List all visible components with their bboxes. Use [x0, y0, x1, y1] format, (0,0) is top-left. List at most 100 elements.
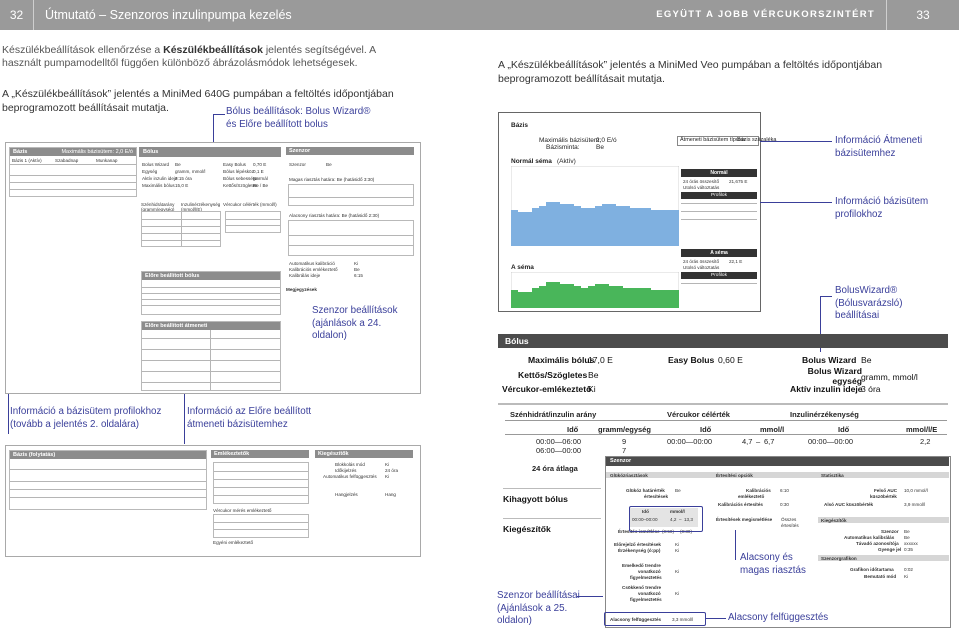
reminders-table	[213, 462, 309, 504]
veo-auto-cal-value: Be	[904, 535, 910, 540]
basal-bar	[658, 290, 665, 308]
veo-carb-time-col: Idő	[567, 425, 579, 434]
callout-temp-basal-line1: Információ Átmeneti	[835, 135, 923, 146]
max-basal: Maximális bázisütem: 2,0 E/ó	[61, 149, 133, 155]
veo-fall-label2: vonatkozó	[638, 591, 661, 596]
callout-basal-profiles-right: Információ bázisütem profilokhoz	[835, 196, 928, 221]
veo-daily-total-value: 21,675 E	[729, 179, 748, 184]
callout-connector	[760, 141, 832, 142]
veo-max-bolus-value: 17,0 E	[588, 355, 613, 365]
veo-sensitivity-label: Érzékenység (ó:pp)	[618, 548, 661, 553]
time-display-label: Időkijelzés	[335, 468, 357, 473]
weekend-label: Szabadnap	[55, 158, 79, 163]
rule	[289, 197, 413, 198]
veo-rise-label: Emelkedő trendre	[622, 563, 661, 568]
rule	[214, 479, 308, 480]
veo-repeat-all-label: Értesítések megismétlése	[716, 517, 773, 522]
max-bolus-label: Maximális bólus	[142, 183, 175, 188]
bolus-block: Bólus Bolus Wizard Be Egység gramm, mmol…	[139, 147, 281, 393]
workday-label: Munkanap	[96, 158, 118, 163]
rule	[142, 299, 280, 300]
brand-tagline: EGYÜTT A JOBB VÉRCUKORSZINTÉRT	[656, 9, 875, 20]
rule	[681, 283, 757, 284]
preset-temp-table: Előre beállított átmeneti	[141, 321, 281, 391]
rule	[142, 349, 280, 350]
veo-demo-label: Bemutató mód	[864, 574, 897, 579]
custom-reminder-label: Egyéni emlékeztető	[213, 540, 254, 545]
highlight-low-suspend	[604, 612, 706, 626]
accessories-bar: Kiegészítők	[315, 450, 413, 458]
basal-bar	[511, 210, 518, 246]
cal-reminder-value: Be	[354, 267, 360, 272]
target-table	[225, 211, 281, 233]
veo-normal-state: (Aktív)	[557, 158, 576, 165]
time-display-value: 24 óra	[385, 468, 399, 473]
veo-temp-type-label: Átmeneti bázisütem típusa	[680, 137, 745, 143]
bolus-speed-value: Normál	[253, 176, 268, 181]
rule	[10, 469, 206, 470]
auto-cal-label: Automatikus kalibráció	[289, 261, 335, 266]
easy-bolus-value: 0,70 E	[253, 162, 267, 167]
highlight-range	[629, 506, 703, 532]
veo-last-change-label: Utolsó változtatás	[683, 185, 720, 190]
basal-bar	[553, 202, 560, 246]
cal-time-label: Kalibrálás ideje	[289, 273, 321, 278]
basal-bar	[574, 286, 581, 308]
callout-sensor-settings: Szenzor beállítások (ajánlások a 24. old…	[312, 305, 398, 343]
veo-weak-signal-label: Gyenge jel	[878, 547, 902, 552]
rule	[214, 487, 308, 488]
left-section-title-line1: A „Készülékbeállítások” jelentés a MiniM…	[2, 88, 394, 100]
bw-label: Bolus Wizard	[142, 162, 170, 167]
basal-bar	[525, 292, 532, 308]
block-mode-value: Ki	[385, 462, 390, 467]
veo-rise-value: Ki	[675, 569, 680, 574]
rule	[289, 245, 413, 246]
callout-sensor-r-line3: oldalon)	[497, 615, 532, 626]
basal-bar	[567, 284, 574, 308]
veo-isf-row1-time: 00:00—00:00	[808, 437, 854, 446]
rule	[10, 497, 206, 498]
rule	[214, 522, 308, 523]
veo-sensor-subbar	[606, 472, 949, 478]
veo-dual-label: Kettős/Szögletes	[518, 370, 588, 380]
basal-bar	[672, 210, 679, 246]
basal-heading: Bázis	[13, 149, 28, 155]
veo-calibration-label: Kalibrációs	[746, 488, 771, 493]
rule	[505, 434, 947, 435]
active-insulin-label: Aktív inzulin ideje	[142, 176, 178, 181]
veo-bg-reminder-label: Vércukor-emlékeztető	[502, 384, 592, 394]
veo-sensor-label: Szenzor	[881, 529, 899, 534]
high-alert-table	[288, 184, 414, 206]
sensor-label: Szenzor	[289, 162, 306, 167]
veo-a-tab: A séma	[681, 249, 757, 257]
veo-normal-pattern: Normál séma	[511, 158, 552, 165]
veo-target-row1-low: 4,7	[742, 437, 753, 446]
veo-cal-notification-value: 0:30	[780, 502, 789, 507]
rule	[289, 235, 413, 236]
callout-sensor-line3: oldalon)	[312, 330, 347, 341]
bolus-step-label: Bólus lépésköz	[223, 169, 254, 174]
veo-a-pattern: A séma	[511, 264, 534, 271]
basal-bar	[539, 286, 546, 308]
document-title: Útmutató – Szenzoros inzulinpumpa kezelé…	[45, 8, 292, 22]
rule	[681, 203, 757, 204]
callout-preset-temp: Információ az Előre beállított átmeneti …	[187, 406, 311, 431]
basal-bar	[665, 290, 672, 308]
basal-bar	[511, 290, 518, 308]
basal-bar	[588, 286, 595, 308]
veo-carb-row1-time: 00:00—06:00	[536, 437, 582, 446]
veo-target-time-col: Idő	[700, 425, 712, 434]
rule	[142, 360, 280, 361]
veo-accessories-sub: Kiegészítők	[821, 518, 847, 523]
callout-low-alarm-line1: Alacsony és	[740, 552, 793, 563]
veo-easy-bolus-label: Easy Bolus	[668, 355, 715, 365]
basal-bar	[644, 288, 651, 308]
veo-upper-auc-value: 10,0 mmol/l	[904, 488, 928, 493]
rule	[142, 338, 280, 339]
bg-reminder-label: Vércukor mérés emlékeztető	[213, 508, 272, 513]
veo-bw-value: Be	[861, 355, 872, 365]
callout-low-high-alarm: Alacsony és magas riasztás	[740, 552, 806, 577]
cal-reminder-label: Kalibrációs emlékeztető	[289, 267, 338, 272]
veo-lower-auc-label: Alsó AUC küszöbérték	[824, 502, 874, 507]
low-alert-table	[288, 220, 414, 256]
